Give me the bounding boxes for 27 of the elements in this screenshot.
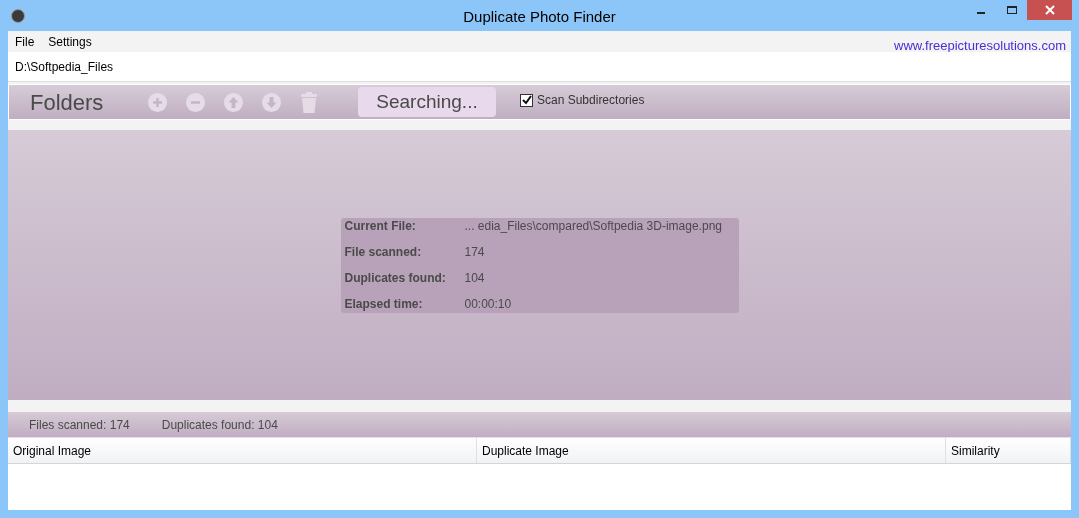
app-icon [11, 8, 25, 23]
scan-subdirectories-checkbox[interactable]: Scan Subdirectories [520, 91, 645, 109]
trash-icon[interactable] [300, 91, 318, 113]
status-text: Duplicates found: 104 [161, 416, 278, 434]
window-title: Duplicate Photo Finder [462, 7, 617, 27]
progress-value: 104 [464, 270, 485, 287]
progress-value: ... edia_Files\compared\Softpedia 3D-image.png [464, 218, 722, 235]
progress-label: Duplicates found: [344, 270, 447, 287]
close-icon [1044, 5, 1055, 15]
status-text: Files scanned: 174 [29, 416, 130, 434]
progress-value: 174 [464, 244, 485, 261]
column-header[interactable]: Original Image [8, 438, 477, 463]
menu-item[interactable]: Settings [48, 32, 92, 51]
add-icon[interactable] [148, 92, 167, 112]
progress-label: File scanned: [344, 244, 423, 261]
progress-value: 00:00:10 [464, 296, 512, 313]
menu-item[interactable]: File [15, 32, 35, 51]
column-header[interactable]: Similarity [946, 438, 1071, 463]
close-button[interactable] [1027, 0, 1072, 20]
progress-label: Elapsed time: [344, 296, 424, 313]
search-button[interactable]: Searching... [358, 87, 496, 117]
folder-path: D:\Softpedia_Files [8, 52, 1071, 82]
remove-icon[interactable] [186, 92, 205, 112]
checkmark-icon [521, 95, 532, 105]
folders-title: Folders [30, 88, 105, 117]
column-header[interactable]: Duplicate Image [477, 438, 946, 463]
progress-label: Current File: [344, 218, 417, 235]
